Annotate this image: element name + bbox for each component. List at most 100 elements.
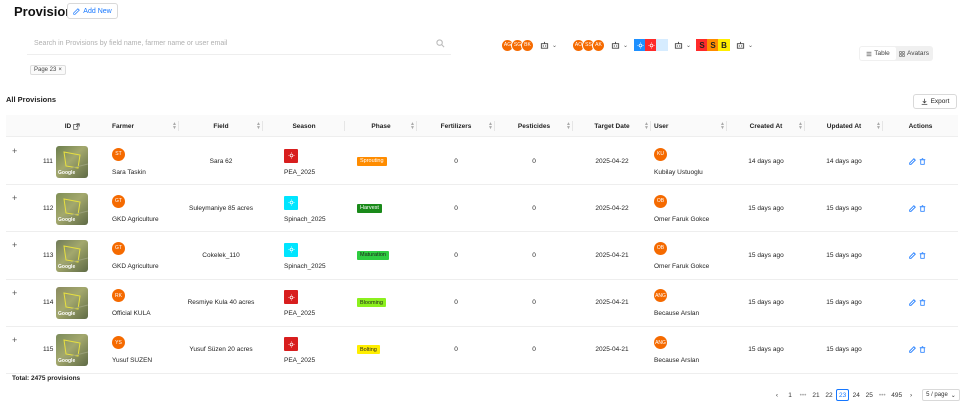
season-color-swatch: [284, 337, 298, 352]
field-name: Suleymaniye 85 acres: [189, 204, 253, 212]
season-filter[interactable]: ⌄: [634, 38, 691, 52]
sort-icon[interactable]: ▲ ▼: [172, 122, 177, 131]
avatar: KU: [654, 147, 667, 161]
export-button[interactable]: Export: [913, 94, 957, 109]
delete-icon[interactable]: [919, 205, 926, 212]
sort-icon[interactable]: ▲ ▼: [488, 122, 493, 131]
delete-icon[interactable]: [919, 299, 926, 306]
avatar: ANG: [654, 289, 667, 303]
col-id[interactable]: ID: [43, 115, 102, 137]
sort-icon[interactable]: ▲ ▼: [720, 122, 725, 131]
sort-icon[interactable]: ▲ ▼: [876, 122, 881, 131]
sort-icon[interactable]: ▲ ▼: [410, 122, 415, 131]
sun-icon: [647, 41, 655, 49]
chevron-down-icon[interactable]: ⌄: [552, 42, 557, 49]
col-field[interactable]: Field ▲ ▼: [179, 115, 263, 137]
view-table-option[interactable]: Table: [860, 47, 896, 60]
expand-row-icon[interactable]: +: [12, 146, 17, 156]
sun-icon: [636, 41, 644, 49]
sort-icon[interactable]: ▲ ▼: [256, 122, 261, 131]
search-icon[interactable]: [436, 39, 445, 48]
page-22[interactable]: 22: [823, 389, 835, 401]
col-updated-at[interactable]: Updated At ▲ ▼: [805, 115, 883, 137]
col-actions-label: Actions: [908, 122, 933, 130]
sort-icon[interactable]: ▲ ▼: [566, 122, 571, 131]
page-ellipsis[interactable]: •••: [876, 389, 888, 401]
sort-icon[interactable]: ▲ ▼: [798, 122, 803, 131]
page-24[interactable]: 24: [850, 389, 862, 401]
edit-icon[interactable]: [909, 204, 916, 212]
page-size-select[interactable]: 5 / page ⌄: [922, 389, 960, 401]
page-495[interactable]: 495: [889, 389, 904, 401]
next-page-icon[interactable]: ›: [905, 389, 917, 401]
delete-icon[interactable]: [919, 346, 926, 354]
expand-row-icon[interactable]: +: [12, 240, 17, 250]
edit-icon[interactable]: [909, 299, 916, 306]
add-new-button[interactable]: Add New: [67, 3, 118, 19]
season-name: Spinach_2025: [284, 215, 326, 223]
table-row: + 112 Google GT GKD Agriculture Suleyman…: [6, 185, 958, 233]
view-avatars-option[interactable]: Avatars: [896, 47, 932, 60]
delete-icon[interactable]: [919, 157, 926, 165]
edit-icon[interactable]: [909, 346, 916, 354]
chevron-down-icon[interactable]: ⌄: [686, 42, 691, 49]
pesticides-count: 0: [532, 346, 536, 354]
close-icon[interactable]: ×: [58, 67, 62, 73]
target-date: 2025-04-21: [595, 299, 629, 307]
field-thumbnail[interactable]: Google: [56, 239, 88, 272]
page-25[interactable]: 25: [863, 389, 875, 401]
col-pesticides[interactable]: Pesticides ▲ ▼: [495, 115, 573, 137]
chevron-down-icon[interactable]: ⌄: [623, 42, 628, 49]
map-brand-logo: Google: [58, 311, 76, 318]
edit-icon[interactable]: [909, 252, 916, 259]
table-row: + 113 Google GT GKD Agriculture Cokelek_…: [6, 232, 958, 280]
phase-square: B: [718, 39, 730, 51]
sort-icon[interactable]: ▲ ▼: [644, 122, 649, 131]
map-brand-logo: Google: [58, 263, 76, 270]
pagination[interactable]: ‹ 1 ••• 21 22 23 24 25 ••• 495 › 5 / pag…: [770, 389, 960, 401]
row-id: 111: [43, 157, 53, 165]
sun-icon: [287, 152, 295, 159]
search-input[interactable]: Search in Provisions by field name, farm…: [27, 33, 451, 55]
col-phase[interactable]: Phase ▲ ▼: [345, 115, 417, 137]
prev-page-icon[interactable]: ‹: [771, 389, 783, 401]
user-name: Because Arslan: [654, 357, 700, 365]
col-farmer[interactable]: Farmer ▲ ▼: [102, 115, 179, 137]
delete-icon[interactable]: [919, 252, 926, 259]
export-label: Export: [930, 98, 950, 105]
season-color-swatch: [284, 148, 298, 163]
expand-row-icon[interactable]: +: [12, 288, 17, 298]
page-1[interactable]: 1: [784, 389, 796, 401]
col-user[interactable]: User ▲ ▼: [651, 115, 727, 137]
phase-filter[interactable]: S S B ⌄: [696, 38, 753, 52]
field-thumbnail[interactable]: Google: [56, 192, 88, 225]
expand-row-icon[interactable]: +: [12, 335, 17, 345]
field-thumbnail[interactable]: Google: [56, 145, 88, 178]
updated-at: 15 days ago: [826, 204, 862, 212]
fertilizers-count: 0: [454, 204, 458, 212]
edit-icon[interactable]: [909, 157, 916, 165]
field-thumbnail[interactable]: Google: [56, 334, 88, 367]
col-season[interactable]: Season: [263, 115, 345, 137]
page-ellipsis[interactable]: •••: [797, 389, 809, 401]
col-target-date[interactable]: Target Date ▲ ▼: [573, 115, 651, 137]
col-created-at[interactable]: Created At ▲ ▼: [727, 115, 805, 137]
phase-badge: Blooming: [357, 298, 386, 308]
robot-icon: [611, 41, 620, 49]
col-fertilizers[interactable]: Fertilizers ▲ ▼: [417, 115, 495, 137]
view-toggle[interactable]: Table Avatars: [859, 46, 933, 61]
user-name: Omer Faruk Gokce: [654, 262, 710, 270]
page-23[interactable]: 23: [836, 389, 850, 401]
filter-chip-label: Page 23: [34, 67, 57, 73]
external-link-icon[interactable]: [73, 122, 80, 130]
field-name: Yusuf Süzen 20 acres: [189, 346, 253, 354]
field-thumbnail[interactable]: Google: [56, 287, 88, 320]
page-21[interactable]: 21: [810, 389, 822, 401]
farmer-avatar-filter[interactable]: AG SG BK ⌄: [501, 38, 557, 52]
chevron-down-icon[interactable]: ⌄: [748, 42, 753, 49]
expand-row-icon[interactable]: +: [12, 193, 17, 203]
farmer-name: Official KULA: [112, 310, 151, 318]
col-created-at-label: Created At: [749, 122, 783, 130]
user-avatar-filter[interactable]: AO SS AK ⌄: [572, 38, 628, 52]
col-farmer-label: Farmer: [112, 122, 135, 130]
